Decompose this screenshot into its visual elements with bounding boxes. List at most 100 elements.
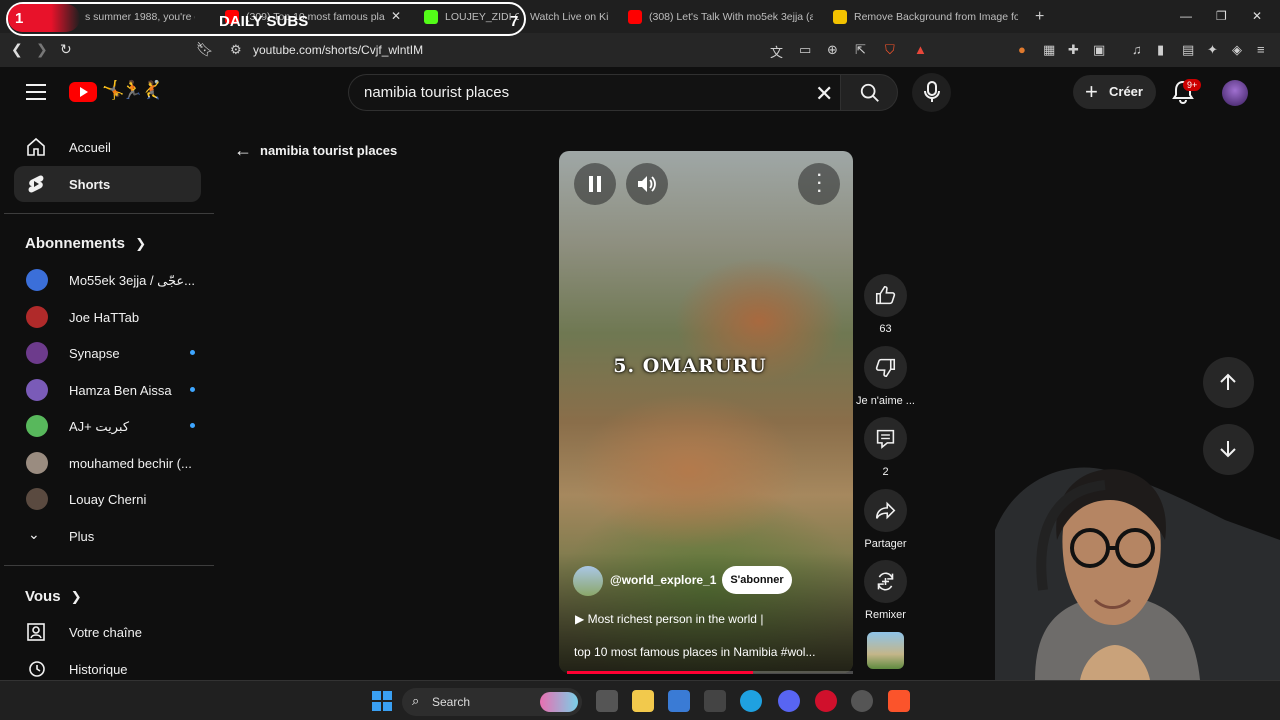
channel-avatar[interactable] (573, 566, 603, 596)
sidebar-item-subscription[interactable]: Hamza Ben Aissa (14, 372, 201, 408)
channel-handle[interactable]: @world_explore_1 (610, 573, 716, 587)
extension-icon[interactable]: ● (1018, 42, 1026, 57)
forward-icon[interactable]: ❯ (36, 41, 48, 58)
url-field[interactable]: youtube.com/shorts/Cvjf_wlntIM (253, 43, 423, 57)
search-query: namibia tourist places (364, 84, 510, 101)
arrow-up-icon (1220, 373, 1236, 390)
comments-button[interactable] (864, 417, 907, 460)
voice-search-button[interactable] (912, 73, 951, 112)
cast-icon[interactable]: ▭ (799, 42, 811, 58)
account-avatar[interactable] (1222, 80, 1248, 106)
task-view-icon[interactable] (596, 690, 618, 712)
sidebar-item-subscription[interactable]: Mo55ek 3ejja / عجّى... (14, 262, 201, 298)
guide-menu-icon[interactable] (26, 84, 46, 100)
menu-icon[interactable]: ≡ (1257, 42, 1265, 57)
brave-rewards-icon[interactable]: ▲ (914, 42, 927, 57)
sidebar-item-subscription[interactable]: AJ+ كبريت (14, 408, 201, 444)
unity-icon[interactable] (704, 690, 726, 712)
extensions-puzzle-icon[interactable]: ✚ (1068, 42, 1079, 58)
sidebar-item-subscription[interactable]: Joe HaTTab (14, 299, 201, 335)
vpn-icon[interactable]: ◈ (1232, 42, 1242, 58)
search-button[interactable] (840, 74, 898, 111)
back-icon[interactable]: ❮ (11, 41, 23, 58)
edge-browser-icon[interactable] (740, 690, 762, 712)
close-tab-icon[interactable]: ✕ (391, 9, 401, 23)
dislike-button[interactable] (864, 346, 907, 389)
bookmark-icon[interactable]: 🔖︎ (196, 41, 214, 58)
discord-icon[interactable] (778, 690, 800, 712)
remix-button[interactable] (864, 560, 907, 603)
new-tab-button[interactable]: + (1035, 8, 1044, 26)
channel-avatar (26, 488, 48, 510)
obs-studio-icon[interactable] (851, 690, 873, 712)
pause-button[interactable] (574, 163, 616, 205)
sidebar-item-more[interactable]: ⌄ Plus (14, 518, 201, 554)
minimize-icon[interactable]: — (1180, 9, 1192, 23)
browser-tab[interactable]: (308) Let's Talk With mo5ek 3ejja (a (628, 6, 813, 28)
sidebar-item-home[interactable]: Accueil (14, 129, 201, 165)
sidebar-item-subscription[interactable]: Louay Cherni (14, 481, 201, 517)
back-arrow-icon[interactable]: ← (234, 140, 252, 161)
brave-browser-icon[interactable] (888, 690, 910, 712)
taskbar-search-box[interactable]: ⌕ Search (402, 688, 582, 716)
more-options-button[interactable]: · · · (798, 163, 840, 205)
search-input[interactable]: namibia tourist places ✕ (348, 74, 849, 111)
brave-shields-icon[interactable]: ⛉ (885, 42, 895, 58)
volume-button[interactable] (626, 163, 668, 205)
history-icon (29, 661, 45, 677)
short-video-player[interactable]: · · · 5. OMARURU @world_explore_1 S'abonne… (559, 151, 853, 673)
browser-tab[interactable]: s summer 1988, you're dr (85, 6, 195, 28)
translate-icon[interactable]: 文 (770, 42, 783, 61)
share-button[interactable] (864, 489, 907, 532)
previous-short-button[interactable] (1203, 357, 1254, 408)
share-page-icon[interactable]: ⇱ (855, 42, 866, 58)
video-title[interactable]: top 10 most famous places in Namibia #wo… (574, 645, 836, 659)
extension-icon[interactable]: ▦ (1043, 42, 1055, 58)
channel-avatar (26, 342, 48, 364)
channel-name: mouhamed bechir (... (69, 456, 192, 471)
clear-search-icon[interactable]: ✕ (815, 81, 833, 107)
leo-ai-icon[interactable]: ✦ (1207, 42, 1218, 58)
music-link[interactable]: ▶ Most richest person in the world | (575, 612, 763, 626)
you-header[interactable]: Vous ❯ (25, 588, 82, 605)
video-progress-bar[interactable] (567, 671, 853, 674)
search-highlight-icon (540, 692, 578, 712)
sidebar-toggle-icon[interactable]: ▮ (1157, 42, 1164, 58)
zoom-icon[interactable]: ⊕ (827, 42, 838, 58)
channel-avatar (26, 452, 48, 474)
windows-start-icon[interactable] (372, 691, 392, 711)
close-window-icon[interactable]: ✕ (1252, 9, 1262, 23)
youtube-doodle-icon[interactable]: 🤸🏃🤾 (102, 80, 163, 101)
notification-count-badge: 9+ (1183, 79, 1202, 91)
new-content-dot (190, 387, 195, 392)
subscriptions-header[interactable]: Abonnements ❯ (25, 235, 146, 252)
site-settings-icon[interactable]: ⚙ (230, 42, 242, 58)
sidebar-item-label: Shorts (69, 177, 111, 192)
browser-tab[interactable]: Remove Background from Image for (833, 6, 1018, 28)
like-button[interactable] (864, 274, 907, 317)
you-title: Vous (25, 588, 61, 605)
opera-gx-icon[interactable] (815, 690, 837, 712)
browser-tab[interactable]: LOUJEY_ZIDI Ch (424, 6, 519, 28)
taskbar-search-label: Search (432, 695, 471, 709)
extension-icon[interactable]: ▣ (1093, 42, 1105, 58)
sidebar-item-your-channel[interactable]: Votre chaîne (14, 614, 201, 650)
reload-icon[interactable]: ↻ (60, 41, 72, 58)
maximize-icon[interactable]: ❐ (1216, 9, 1227, 23)
sound-thumbnail[interactable] (867, 632, 904, 669)
microsoft-store-icon[interactable] (668, 690, 690, 712)
sidebar-item-shorts[interactable]: Shorts (14, 166, 201, 202)
create-button[interactable]: + Créer (1073, 75, 1156, 109)
wallet-icon[interactable]: ▤ (1182, 42, 1194, 58)
browser-tab[interactable]: Watch Live on Ki (530, 6, 610, 28)
new-content-dot (190, 350, 195, 355)
sidebar-item-subscription[interactable]: Synapse (14, 335, 201, 371)
sidebar-item-subscription[interactable]: mouhamed bechir (... (14, 445, 201, 481)
media-icon[interactable]: ♫ (1132, 42, 1142, 57)
subscribe-button[interactable]: S'abonner (722, 566, 792, 594)
youtube-logo-icon[interactable] (69, 82, 97, 102)
file-explorer-icon[interactable] (632, 690, 654, 712)
sidebar-item-label: Historique (69, 662, 128, 677)
tab-label: Watch Live on Ki (530, 11, 609, 23)
kick-favicon-icon (424, 10, 438, 24)
